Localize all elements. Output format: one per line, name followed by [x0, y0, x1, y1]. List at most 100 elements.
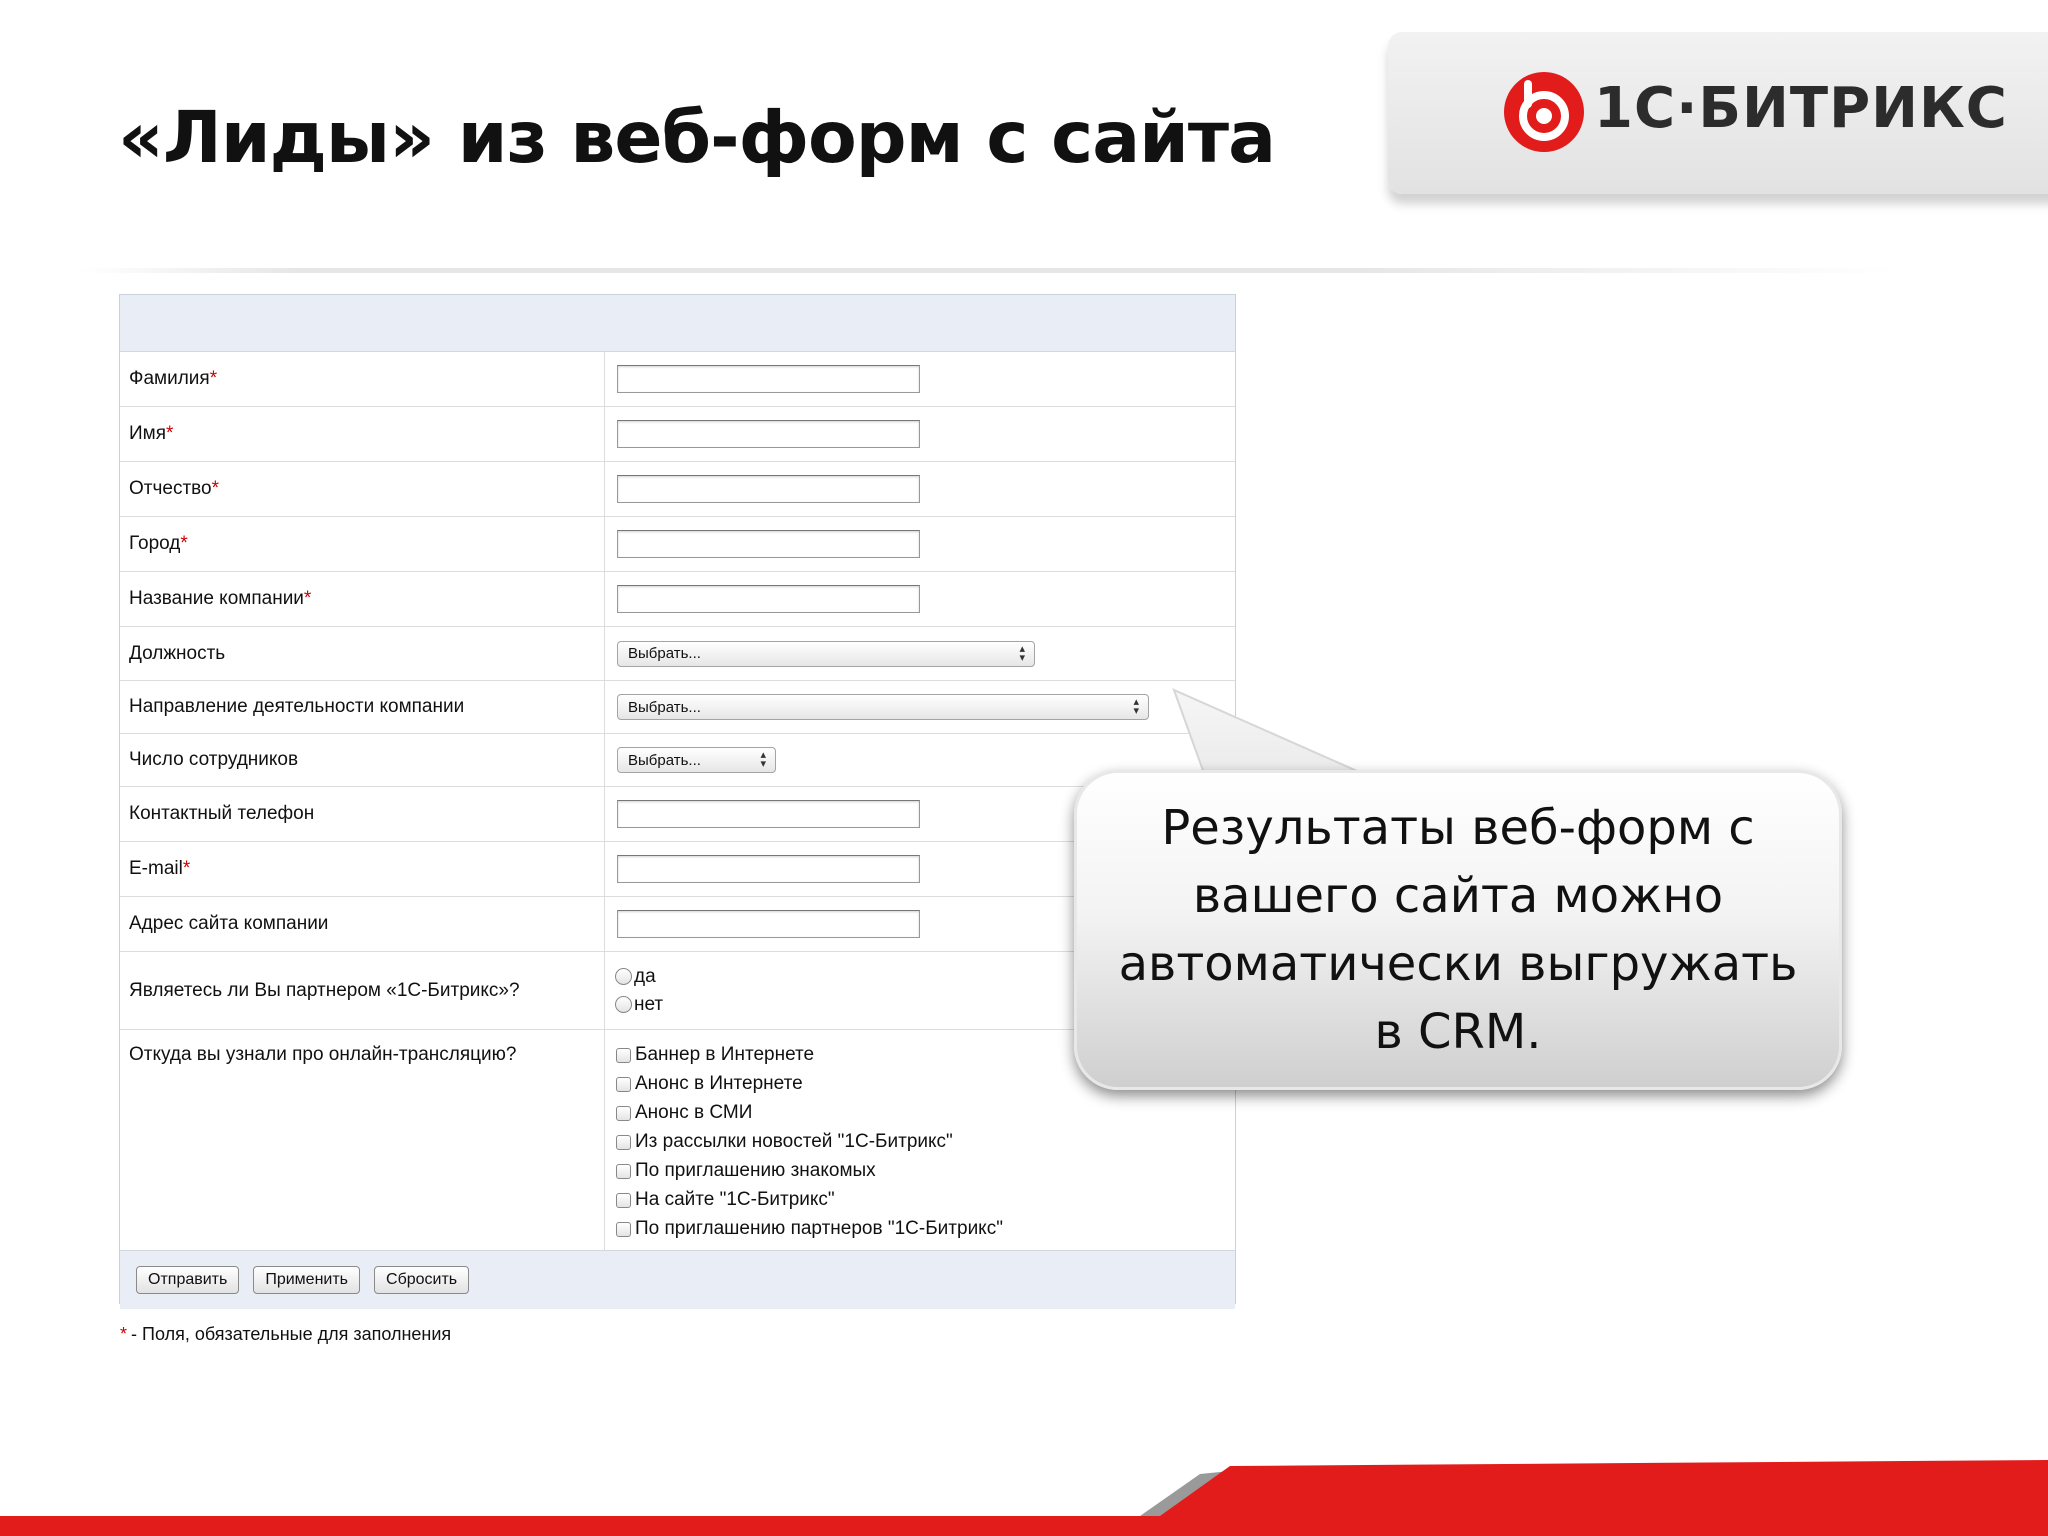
bitrix-logo-icon	[1504, 72, 1584, 152]
web-form: Фамилия * Имя * Отчество * Город * Название	[119, 294, 1236, 1309]
form-row-position: Должность Выбрать... ▴ ▾	[120, 627, 1235, 681]
form-row-employees: Число сотрудников Выбрать... ▴ ▾	[120, 734, 1235, 787]
field-label: Откуда вы узнали про онлайн-трансляцию?	[120, 1030, 605, 1250]
radio-button[interactable]	[615, 996, 632, 1013]
field-label: Отчество *	[120, 462, 605, 516]
checkbox-option[interactable]: На сайте "1С-Битрикс"	[616, 1189, 1003, 1211]
field-label-text: Город	[129, 533, 181, 554]
checkbox-option[interactable]: Анонс в СМИ	[616, 1102, 1003, 1124]
field-label: Название компании *	[120, 572, 605, 626]
employees-select[interactable]: Выбрать... ▴ ▾	[617, 747, 776, 773]
radio-option-yes[interactable]: да	[615, 966, 663, 988]
phone-input[interactable]	[617, 800, 920, 828]
reset-button[interactable]: Сбросить	[374, 1266, 470, 1294]
title-divider	[80, 268, 1900, 273]
email-input[interactable]	[617, 855, 920, 883]
checkbox-option[interactable]: По приглашению партнеров "1С-Битрикс"	[616, 1218, 1003, 1240]
form-row-firstname: Имя *	[120, 407, 1235, 462]
select-value: Выбрать...	[628, 751, 701, 769]
checkbox-label: Баннер в Интернете	[635, 1044, 815, 1065]
checkbox-label: Анонс в СМИ	[635, 1102, 753, 1123]
field-cell: Выбрать... ▴ ▾	[605, 681, 1235, 733]
form-row-email: E-mail *	[120, 842, 1235, 897]
field-label-text: Откуда вы узнали про онлайн-трансляцию?	[129, 1044, 517, 1065]
field-label-text: Отчество	[129, 478, 212, 499]
required-marker: *	[180, 533, 188, 554]
field-label: Направление деятельности компании	[120, 681, 605, 733]
checkbox[interactable]	[616, 1192, 631, 1208]
field-label: Являетесь ли Вы партнером «1С-Битрикс»?	[120, 952, 605, 1029]
form-row-lastname: Фамилия *	[120, 352, 1235, 407]
field-label-text: Имя	[129, 423, 167, 444]
patronymic-input[interactable]	[617, 475, 920, 503]
field-label-text: Направление деятельности компании	[129, 696, 465, 717]
form-row-city: Город *	[120, 517, 1235, 572]
field-label-text: Должность	[129, 642, 226, 664]
checkbox[interactable]	[616, 1163, 631, 1179]
callout-text: Результаты веб-форм с вашего сайта можно…	[1118, 800, 1798, 1060]
required-marker: *	[209, 368, 218, 389]
radio-option-no[interactable]: нет	[615, 994, 663, 1016]
field-label-text: E-mail	[129, 858, 183, 879]
checkbox-option[interactable]: Баннер в Интернете	[616, 1044, 1003, 1066]
select-value: Выбрать...	[628, 645, 701, 662]
checkbox[interactable]	[616, 1221, 631, 1237]
checkbox-label: По приглашению знакомых	[635, 1160, 876, 1181]
field-label-text: Фамилия	[129, 368, 210, 389]
required-marker: *	[182, 858, 191, 879]
checkbox-label: Из рассылки новостей "1С-Битрикс"	[635, 1131, 953, 1152]
position-select[interactable]: Выбрать... ▴ ▾	[617, 640, 1035, 667]
apply-button[interactable]: Применить	[253, 1266, 361, 1294]
logo-text: 1С·БИТРИКС	[1594, 76, 2008, 141]
field-label: Фамилия *	[120, 352, 605, 406]
radio-label: нет	[634, 993, 664, 1015]
callout-bubble: Результаты веб-форм с вашего сайта можно…	[1074, 770, 1842, 1090]
field-cell	[605, 407, 1235, 461]
website-input[interactable]	[617, 910, 920, 938]
updown-arrow-icon: ▴ ▾	[1019, 642, 1025, 664]
checkbox[interactable]	[616, 1076, 631, 1092]
field-label-text: Являетесь ли Вы партнером «1С-Битрикс»?	[129, 979, 520, 1001]
radio-button[interactable]	[615, 968, 632, 985]
checkbox-option[interactable]: По приглашению знакомых	[616, 1160, 1003, 1182]
field-label-text: Число сотрудников	[129, 749, 299, 770]
required-note: * - Поля, обязательные для заполнения	[120, 1324, 451, 1345]
checkbox-label: По приглашению партнеров "1С-Битрикс"	[635, 1218, 1003, 1239]
field-label: Контактный телефон	[120, 787, 605, 841]
industry-select[interactable]: Выбрать... ▴ ▾	[617, 694, 1149, 720]
page-title: «Лиды» из веб-форм с сайта	[118, 96, 1276, 179]
field-label: Адрес сайта компании	[120, 897, 605, 951]
checkbox-option[interactable]: Анонс в Интернете	[616, 1073, 1003, 1095]
field-label: E-mail *	[120, 842, 605, 896]
checkbox-option[interactable]: Из рассылки новостей "1С-Битрикс"	[616, 1131, 1003, 1153]
city-input[interactable]	[617, 530, 920, 558]
checkbox[interactable]	[616, 1134, 631, 1150]
form-row-website: Адрес сайта компании	[120, 897, 1235, 952]
required-marker: *	[120, 1324, 128, 1344]
company-name-input[interactable]	[617, 585, 920, 613]
field-label-text: Контактный телефон	[129, 803, 315, 824]
field-label: Число сотрудников	[120, 734, 605, 786]
checkbox[interactable]	[616, 1105, 631, 1121]
submit-button[interactable]: Отправить	[136, 1266, 240, 1294]
radio-label: да	[634, 965, 656, 987]
lastname-input[interactable]	[617, 365, 920, 393]
field-cell	[605, 462, 1235, 516]
form-row-patronymic: Отчество *	[120, 462, 1235, 517]
form-footer: Отправить Применить Сбросить	[120, 1251, 1235, 1309]
form-row-phone: Контактный телефон	[120, 787, 1235, 842]
required-note-text: - Поля, обязательные для заполнения	[131, 1324, 452, 1344]
field-cell: Выбрать... ▴ ▾	[605, 627, 1235, 680]
firstname-input[interactable]	[617, 420, 920, 448]
checkbox-label: Анонс в Интернете	[635, 1073, 803, 1094]
field-cell	[605, 352, 1235, 406]
field-cell	[605, 572, 1235, 626]
bottom-accent-bar	[0, 1460, 2048, 1536]
updown-arrow-icon: ▴ ▾	[1133, 696, 1139, 717]
form-row-company: Название компании *	[120, 572, 1235, 627]
field-cell	[605, 517, 1235, 571]
form-row-industry: Направление деятельности компании Выбрат…	[120, 681, 1235, 734]
form-row-partner: Являетесь ли Вы партнером «1С-Битрикс»? …	[120, 952, 1235, 1030]
checkbox-label: На сайте "1С-Битрикс"	[635, 1189, 835, 1210]
checkbox[interactable]	[616, 1047, 631, 1063]
